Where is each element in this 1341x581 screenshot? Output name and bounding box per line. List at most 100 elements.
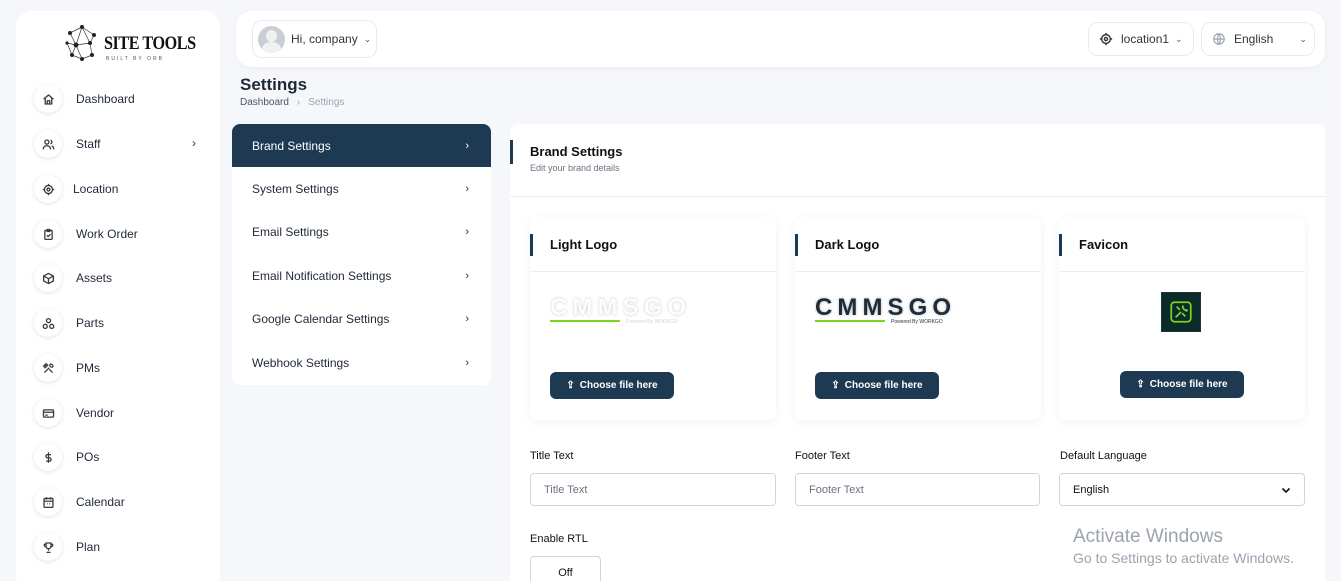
default-language-label: Default Language — [1060, 450, 1147, 462]
card-header: Dark Logo — [795, 217, 1041, 272]
settings-menu: Brand Settings › System Settings › Email… — [232, 124, 491, 385]
sidebar: SITE TOOLS BUILT BY ORB Dashboard Staff … — [16, 11, 220, 581]
top-bar: Hi, company ⌄ location1 ⌄ English ⌄ — [236, 11, 1325, 67]
favicon-upload-button[interactable]: ⇪ Choose file here — [1120, 371, 1244, 398]
select-value: English — [1073, 483, 1110, 496]
sidebar-item-label: POs — [76, 450, 100, 464]
chevron-down-icon — [1281, 487, 1291, 493]
trophy-icon — [34, 533, 62, 561]
title-text-input[interactable] — [530, 473, 776, 506]
globe-icon — [1213, 33, 1225, 45]
light-logo-card: Light Logo CMMSGO CMMSGO Powered By WORK… — [530, 217, 776, 420]
settings-menu-google-calendar[interactable]: Google Calendar Settings › — [232, 298, 491, 342]
sidebar-item-pms[interactable]: PMs — [32, 350, 204, 386]
settings-menu-email-notification[interactable]: Email Notification Settings › — [232, 254, 491, 298]
settings-menu-webhook[interactable]: Webhook Settings › — [232, 341, 491, 385]
logo-glow: CMMSGO — [815, 294, 951, 321]
dark-logo-upload-button[interactable]: ⇪ Choose file here — [815, 372, 939, 399]
sidebar-item-label: Plan — [76, 540, 101, 554]
upload-icon: ⇪ — [566, 380, 575, 391]
dollar-icon — [34, 443, 62, 471]
user-menu-button[interactable]: Hi, company ⌄ — [252, 20, 377, 58]
calendar-icon — [34, 488, 62, 516]
card-title: Favicon — [1079, 237, 1129, 252]
logo-tagline: BUILT BY ORB — [106, 56, 164, 62]
default-language-select[interactable]: English — [1059, 473, 1305, 506]
chevron-right-icon: › — [465, 269, 469, 282]
accent-bar — [1059, 234, 1062, 256]
site-tools-logo[interactable]: SITE TOOLS BUILT BY ORB — [64, 19, 196, 71]
logo-wordmark: CMMSGO — [550, 294, 686, 321]
sidebar-item-dashboard[interactable]: Dashboard — [32, 81, 204, 117]
chevron-down-icon: ⌄ — [1175, 33, 1183, 44]
sidebar-item-vendor[interactable]: Vendor — [32, 395, 204, 431]
button-label: Choose file here — [844, 380, 923, 391]
menu-item-label: Webhook Settings — [252, 355, 350, 370]
sidebar-item-parts[interactable]: Parts — [32, 305, 204, 341]
windows-activation-watermark: Activate Windows Go to Settings to activ… — [1073, 526, 1294, 566]
breadcrumb-home-link[interactable]: Dashboard — [240, 97, 289, 108]
logo-text: SITE TOOLS — [104, 33, 196, 54]
sidebar-item-calendar[interactable]: Calendar — [32, 484, 204, 520]
light-logo-upload-button[interactable]: ⇪ Choose file here — [550, 372, 674, 399]
clipboard-icon — [34, 220, 62, 248]
language-selector[interactable]: English ⌄ — [1201, 22, 1315, 56]
target-icon — [1099, 32, 1113, 46]
footer-text-input[interactable] — [795, 473, 1040, 506]
sidebar-item-label: PMs — [76, 361, 100, 375]
sidebar-item-label: Staff — [76, 137, 101, 151]
card-header: Light Logo — [530, 217, 776, 272]
menu-item-label: Email Settings — [252, 225, 329, 240]
settings-menu-system[interactable]: System Settings › — [232, 167, 491, 211]
favicon-card: Favicon ⇪ Choose file here — [1059, 217, 1305, 420]
dark-logo-card: Dark Logo CMMSGO CMMSGO Powered By WORKG… — [795, 217, 1041, 420]
tools-icon — [34, 354, 62, 382]
card-icon — [34, 399, 62, 427]
watermark-title: Activate Windows — [1073, 526, 1223, 547]
dark-logo-image: CMMSGO CMMSGO Powered By WORKGO — [815, 294, 951, 325]
sidebar-item-plan[interactable]: Plan — [32, 529, 204, 565]
chevron-right-icon: › — [192, 136, 196, 150]
breadcrumb: Dashboard › Settings — [240, 97, 344, 108]
panel-subtitle: Edit your brand details — [530, 163, 620, 173]
button-label: Choose file here — [1149, 379, 1228, 390]
menu-item-label: System Settings — [252, 181, 339, 196]
location-value: location1 — [1121, 32, 1170, 46]
menu-item-label: Google Calendar Settings — [252, 312, 390, 327]
sidebar-item-label: Location — [73, 182, 119, 196]
wrench-icon — [1170, 301, 1192, 323]
logo-powered-by: Powered By WORKGO — [626, 319, 678, 325]
sidebar-item-work-order[interactable]: Work Order — [32, 216, 204, 252]
footer-text-label: Footer Text — [795, 450, 850, 462]
enable-rtl-toggle[interactable]: Off — [530, 556, 601, 581]
logo-wordmark: CMMSGO — [815, 294, 951, 321]
chevron-right-icon: › — [465, 139, 469, 152]
chevron-down-icon: ⌄ — [363, 33, 372, 44]
title-text-label: Title Text — [530, 450, 574, 462]
sidebar-item-staff[interactable]: Staff › — [32, 126, 204, 162]
chevron-right-icon: › — [465, 182, 469, 195]
sidebar-item-pos[interactable]: POs — [32, 439, 204, 475]
location-selector[interactable]: location1 ⌄ — [1088, 22, 1194, 56]
sidebar-item-label: Vendor — [76, 406, 115, 420]
sidebar-item-assets[interactable]: Assets — [32, 260, 204, 296]
button-label: Choose file here — [579, 380, 658, 391]
upload-icon: ⇪ — [831, 380, 840, 391]
sidebar-item-location[interactable]: Location — [32, 171, 204, 207]
page-title: Settings — [240, 75, 308, 94]
sidebar-item-label: Assets — [76, 271, 113, 285]
logo-powered-by: Powered By WORKGO — [891, 319, 943, 325]
enable-rtl-label: Enable RTL — [530, 533, 588, 545]
home-icon — [34, 85, 62, 113]
card-title: Dark Logo — [815, 237, 880, 252]
network-logo-icon — [65, 25, 96, 61]
accent-bar — [795, 234, 798, 256]
settings-menu-email[interactable]: Email Settings › — [232, 211, 491, 255]
parts-icon — [34, 309, 62, 337]
light-logo-image: CMMSGO CMMSGO Powered By WORKGO — [550, 294, 686, 325]
settings-menu-brand[interactable]: Brand Settings › — [232, 124, 491, 167]
sidebar-item-label: Calendar — [76, 495, 125, 509]
menu-item-label: Brand Settings — [252, 138, 331, 153]
card-title: Light Logo — [550, 237, 618, 252]
chevron-right-icon: › — [465, 313, 469, 326]
